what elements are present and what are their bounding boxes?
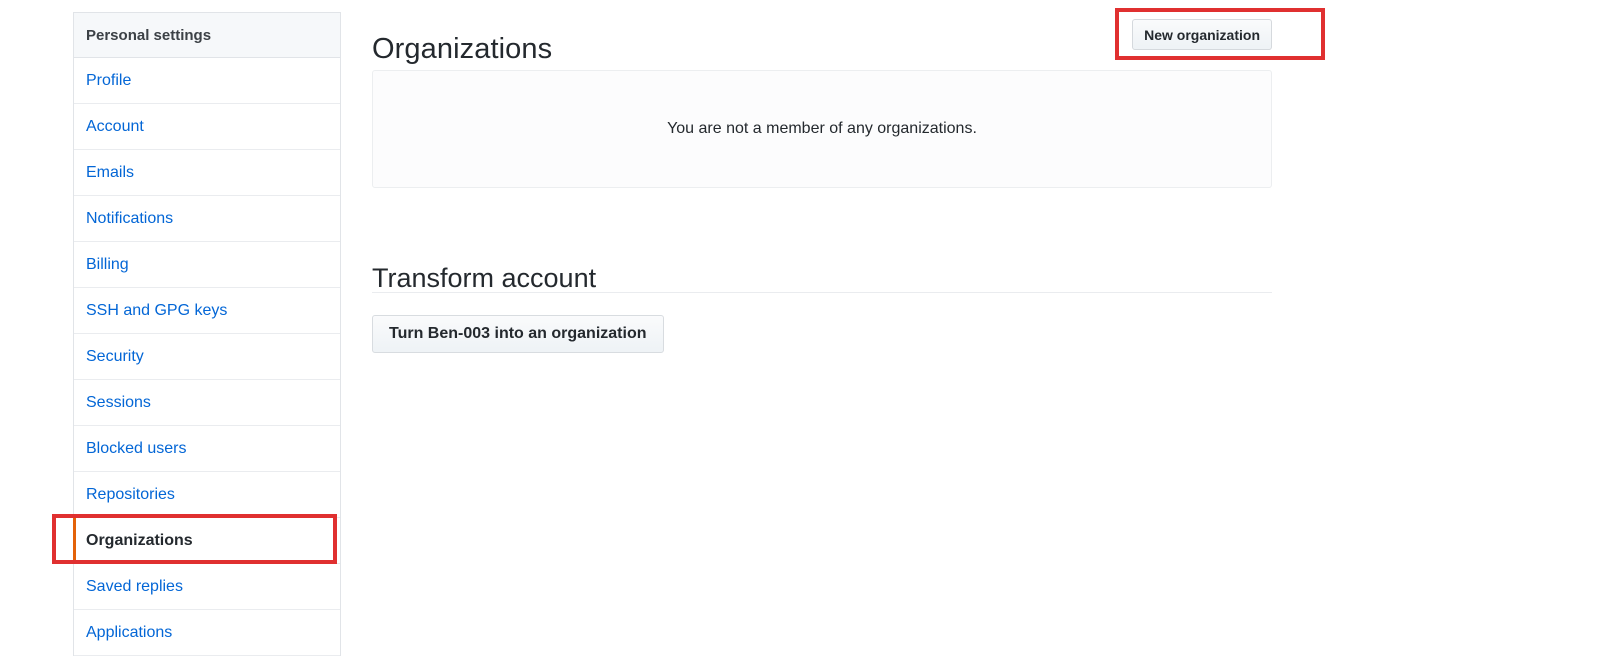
- sidebar-item-emails[interactable]: Emails: [74, 150, 340, 196]
- sidebar-item-security[interactable]: Security: [74, 334, 340, 380]
- new-organization-button[interactable]: New organization: [1132, 19, 1272, 50]
- sidebar-item-notifications[interactable]: Notifications: [74, 196, 340, 242]
- sidebar-item-label: Security: [86, 347, 144, 365]
- sidebar-item-label: Billing: [86, 255, 129, 273]
- sidebar-item-ssh-and-gpg-keys[interactable]: SSH and GPG keys: [74, 288, 340, 334]
- sidebar-item-label: Emails: [86, 163, 135, 181]
- organizations-empty-state: You are not a member of any organization…: [372, 70, 1272, 188]
- sidebar-item-label: Applications: [86, 623, 173, 641]
- personal-settings-sidebar: Personal settings Profile Account Emails…: [73, 12, 341, 656]
- sidebar-item-label: Blocked users: [86, 439, 187, 457]
- organizations-header: Organizations New organization: [372, 0, 1272, 64]
- sidebar-item-label: Profile: [86, 71, 132, 89]
- sidebar-item-organizations[interactable]: Organizations: [73, 518, 340, 564]
- sidebar-item-profile[interactable]: Profile: [74, 58, 340, 104]
- main-content: Organizations New organization You are n…: [372, 0, 1272, 353]
- sidebar-item-account[interactable]: Account: [74, 104, 340, 150]
- section-divider: [372, 292, 1272, 293]
- turn-account-into-organization-button[interactable]: Turn Ben-003 into an organization: [372, 315, 664, 353]
- sidebar-item-saved-replies[interactable]: Saved replies: [74, 564, 340, 610]
- sidebar-item-label: SSH and GPG keys: [86, 301, 228, 319]
- sidebar-header: Personal settings: [74, 13, 340, 58]
- page-title: Organizations: [372, 33, 553, 66]
- empty-state-text: You are not a member of any organization…: [667, 120, 977, 137]
- sidebar-item-label: Account: [86, 117, 144, 135]
- sidebar-item-label: Repositories: [86, 485, 175, 503]
- sidebar-item-label: Saved replies: [86, 577, 183, 595]
- sidebar-item-blocked-users[interactable]: Blocked users: [74, 426, 340, 472]
- sidebar-item-billing[interactable]: Billing: [74, 242, 340, 288]
- sidebar-item-label: Notifications: [86, 209, 174, 227]
- sidebar-item-sessions[interactable]: Sessions: [74, 380, 340, 426]
- sidebar-item-applications[interactable]: Applications: [74, 610, 340, 656]
- transform-account-heading: Transform account: [372, 263, 597, 294]
- sidebar-item-label: Organizations: [86, 531, 193, 549]
- sidebar-item-label: Sessions: [86, 393, 151, 411]
- sidebar-item-repositories[interactable]: Repositories: [74, 472, 340, 518]
